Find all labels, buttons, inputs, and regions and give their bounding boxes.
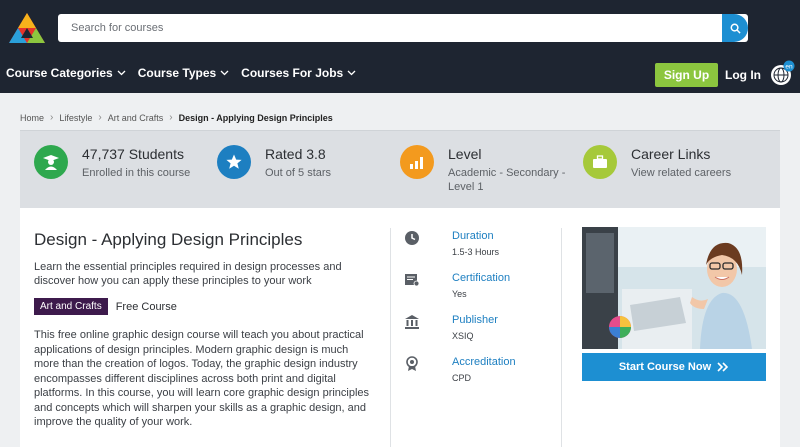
chart-icon (400, 145, 434, 179)
award-icon (406, 356, 418, 371)
login-link[interactable]: Log In (725, 68, 761, 82)
search-button[interactable] (722, 14, 748, 42)
breadcrumb-current: Design - Applying Design Principles (178, 112, 333, 123)
nav-courses-for-jobs[interactable]: Courses For Jobs (241, 66, 356, 80)
stat-level: Level Academic - Secondary - Level 1 (400, 145, 565, 194)
chevron-down-icon (220, 70, 229, 76)
nav-label: Course Categories (6, 66, 113, 80)
stat-career-sub: View related careers (631, 167, 732, 179)
detail-label: Duration (452, 230, 494, 242)
detail-label: Accreditation (452, 356, 516, 368)
course-image (582, 227, 766, 349)
graduate-icon (34, 145, 68, 179)
stat-career-title: Career Links (631, 146, 711, 162)
institution-icon (405, 315, 419, 329)
detail-publisher: Publisher XSIQ (404, 314, 498, 341)
stat-level-sub: Academic - Secondary - Level 1 (448, 166, 565, 194)
main-nav: Course Categories Course Types Courses F… (6, 66, 356, 80)
detail-certification: Certification Yes (404, 272, 510, 299)
briefcase-icon (583, 145, 617, 179)
stat-rating: Rated 3.8 Out of 5 stars (217, 145, 331, 180)
course-tags: Art and Crafts Free Course (34, 298, 177, 315)
start-course-label: Start Course Now (618, 361, 712, 373)
stat-level-title: Level (448, 146, 482, 162)
course-description: This free online graphic design course w… (34, 329, 370, 428)
site-logo[interactable] (8, 12, 46, 44)
breadcrumb-separator-icon: › (98, 112, 102, 123)
language-globe-icon[interactable]: en (769, 60, 795, 86)
chevron-down-icon (117, 70, 126, 76)
stat-level-sub-line1: Academic - Secondary - (448, 167, 566, 179)
breadcrumb-lifestyle[interactable]: Lifestyle (59, 113, 92, 123)
nav-label: Courses For Jobs (241, 66, 344, 80)
column-divider (390, 228, 391, 447)
nav-label: Course Types (137, 66, 217, 80)
course-card: Design - Applying Design Principles Lear… (20, 208, 780, 447)
nav-course-types[interactable]: Course Types (138, 66, 229, 80)
search-input[interactable] (58, 14, 722, 42)
stat-students-title: 47,737 Students (82, 146, 184, 162)
detail-label: Certification (452, 272, 511, 284)
stat-students-sub: Enrolled in this course (82, 167, 191, 179)
detail-duration: Duration 1.5-3 Hours (404, 230, 499, 257)
price-label: Free Course (115, 300, 177, 313)
stat-level-sub-line2: Level 1 (448, 181, 484, 193)
detail-value: XSIQ (452, 331, 474, 341)
clock-icon (405, 231, 419, 245)
language-badge: en (785, 63, 793, 70)
course-stats-bar: 47,737 Students Enrolled in this course … (20, 130, 780, 208)
nav-course-categories[interactable]: Course Categories (6, 66, 126, 80)
chevron-down-icon (347, 70, 356, 76)
breadcrumb-art-and-crafts[interactable]: Art and Crafts (108, 113, 164, 123)
course-lead: Learn the essential principles required … (34, 261, 342, 287)
stat-career-links[interactable]: Career Links View related careers (583, 145, 731, 180)
search-icon (730, 23, 741, 34)
stat-students: 47,737 Students Enrolled in this course (34, 145, 190, 180)
detail-value: CPD (452, 373, 472, 383)
start-course-button[interactable]: Start Course Now (582, 353, 766, 381)
stat-rating-sub: Out of 5 stars (265, 167, 332, 179)
breadcrumb-separator-icon: › (50, 112, 54, 123)
category-tag[interactable]: Art and Crafts (34, 298, 108, 315)
detail-accreditation: Accreditation CPD (404, 356, 516, 383)
breadcrumb-separator-icon: › (169, 112, 173, 123)
double-chevron-right-icon (717, 362, 729, 372)
breadcrumb-home[interactable]: Home (20, 113, 44, 123)
breadcrumb: Home › Lifestyle › Art and Crafts › Desi… (20, 112, 333, 123)
search-bar (58, 14, 748, 42)
certificate-icon (405, 274, 420, 287)
site-header: Course Categories Course Types Courses F… (0, 0, 800, 93)
course-title: Design - Applying Design Principles (34, 230, 303, 249)
signup-button[interactable]: Sign Up (655, 63, 718, 87)
stat-rating-title: Rated 3.8 (265, 146, 326, 162)
detail-label: Publisher (452, 314, 498, 326)
star-icon (217, 145, 251, 179)
detail-value: Yes (452, 289, 467, 299)
detail-value: 1.5-3 Hours (452, 247, 500, 257)
